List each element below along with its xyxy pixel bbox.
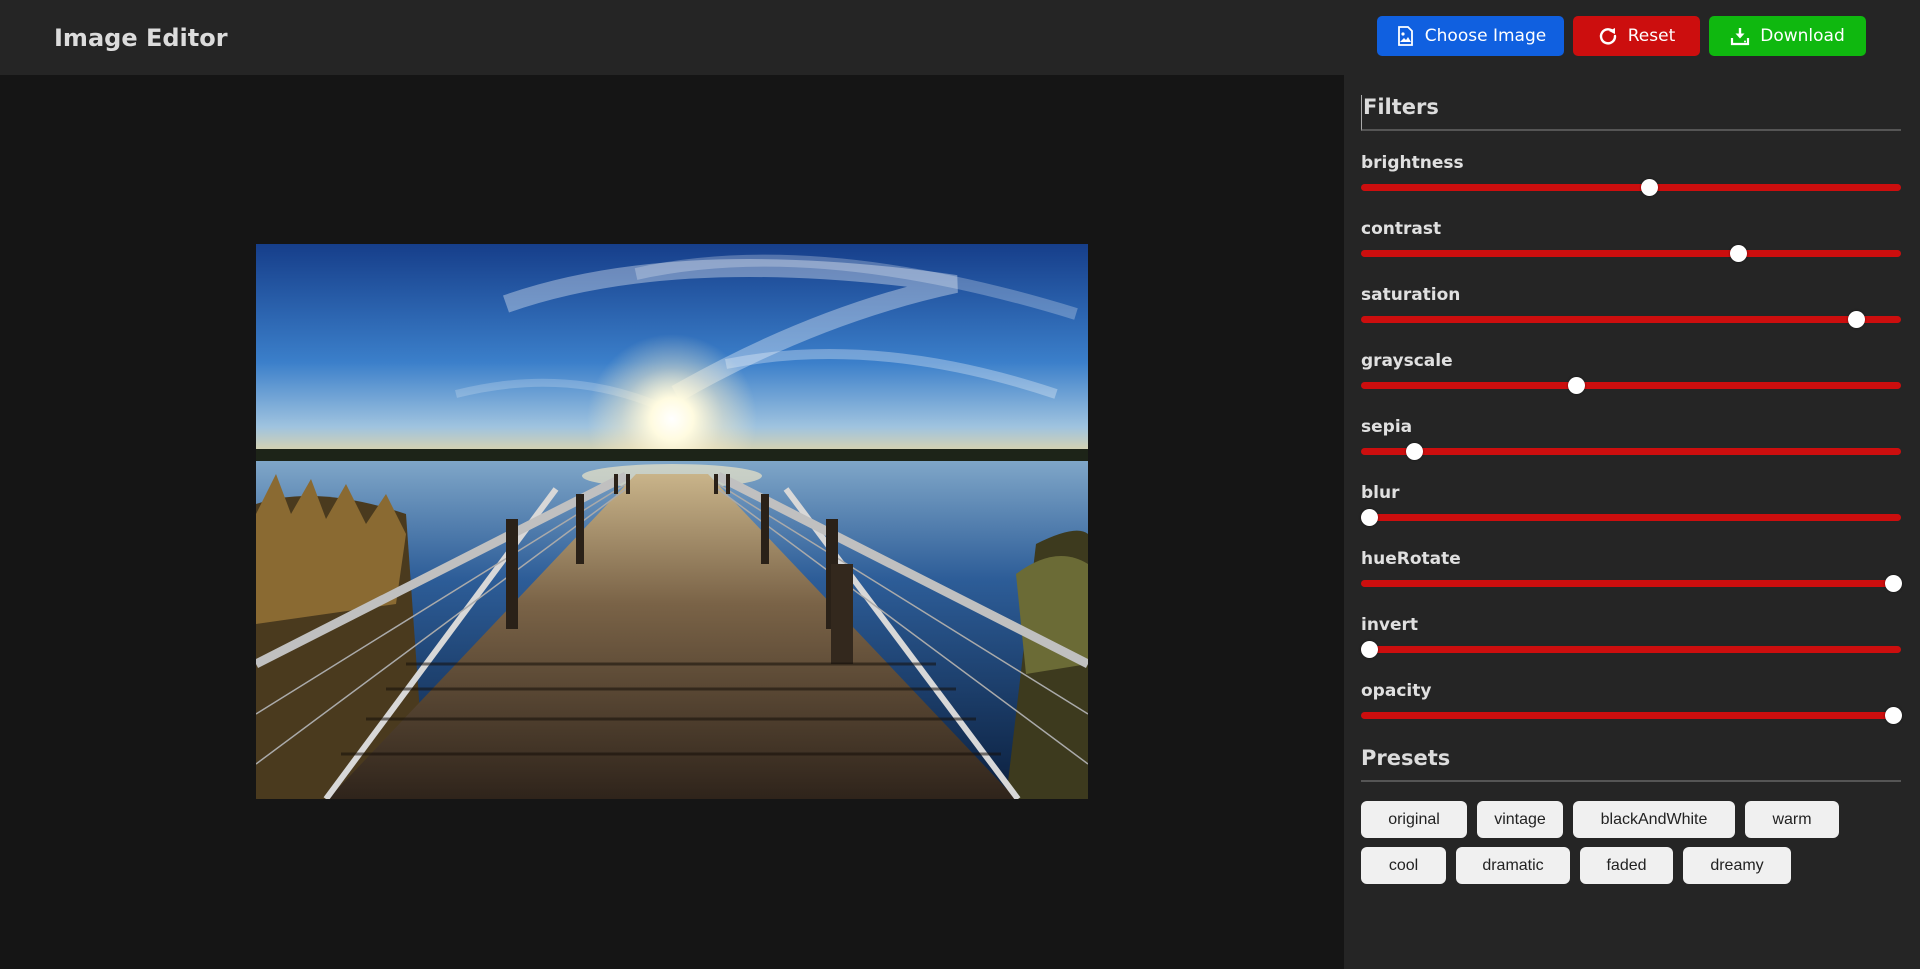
sidebar: Filters brightness contrast saturation g…: [1344, 75, 1920, 969]
slider-thumb[interactable]: [1405, 443, 1423, 460]
slider-track[interactable]: [1361, 514, 1901, 521]
pier-sunset-photo: [256, 244, 1088, 799]
filter-saturation: saturation: [1361, 285, 1901, 345]
slider-track[interactable]: [1361, 580, 1901, 587]
preset-faded-button[interactable]: faded: [1580, 847, 1673, 884]
preset-warm-button[interactable]: warm: [1745, 801, 1839, 838]
slider-thumb[interactable]: [1361, 509, 1378, 526]
preset-original-button[interactable]: original: [1361, 801, 1467, 838]
slider-thumb[interactable]: [1885, 575, 1902, 592]
preset-cool-button[interactable]: cool: [1361, 847, 1446, 884]
reset-label: Reset: [1627, 26, 1676, 46]
reset-icon: [1599, 28, 1616, 45]
top-bar: Image Editor Choose Image Reset Download: [0, 0, 1920, 75]
filter-label: brightness: [1361, 153, 1464, 173]
filter-label: sepia: [1361, 417, 1413, 437]
filter-contrast: contrast: [1361, 219, 1901, 279]
image-file-icon: [1397, 26, 1413, 46]
filter-label: opacity: [1361, 681, 1432, 701]
presets-heading: Presets: [1361, 746, 1901, 782]
filters-heading: Filters: [1361, 95, 1901, 131]
filter-label: saturation: [1361, 285, 1461, 305]
slider-track[interactable]: [1361, 382, 1901, 389]
choose-image-button[interactable]: Choose Image: [1377, 16, 1564, 56]
preset-dreamy-button[interactable]: dreamy: [1683, 847, 1791, 884]
preset-black-and-white-button[interactable]: blackAndWhite: [1573, 801, 1735, 838]
download-icon: [1731, 28, 1750, 46]
choose-image-label: Choose Image: [1424, 26, 1547, 46]
edited-image: [256, 244, 1088, 799]
filter-brightness: brightness: [1361, 153, 1901, 213]
filter-sepia: sepia: [1361, 417, 1901, 477]
filter-label: grayscale: [1361, 351, 1453, 371]
filter-label: contrast: [1361, 219, 1442, 239]
filter-invert: invert: [1361, 615, 1901, 675]
canvas-area: [0, 75, 1344, 969]
preset-vintage-button[interactable]: vintage: [1477, 801, 1563, 838]
slider-track[interactable]: [1361, 646, 1901, 653]
download-button[interactable]: Download: [1709, 16, 1866, 56]
slider-thumb[interactable]: [1361, 641, 1378, 658]
filter-label: invert: [1361, 615, 1419, 635]
filter-label: hueRotate: [1361, 549, 1461, 569]
filter-grayscale: grayscale: [1361, 351, 1901, 411]
slider-thumb[interactable]: [1848, 311, 1866, 328]
slider-track[interactable]: [1361, 712, 1901, 719]
slider-track[interactable]: [1361, 316, 1901, 323]
reset-button[interactable]: Reset: [1573, 16, 1700, 56]
slider-thumb[interactable]: [1567, 377, 1585, 394]
filter-opacity: opacity: [1361, 681, 1902, 741]
slider-track[interactable]: [1361, 250, 1901, 257]
app-title: Image Editor: [54, 24, 228, 52]
preset-dramatic-button[interactable]: dramatic: [1456, 847, 1570, 884]
filter-blur: blur: [1361, 483, 1901, 543]
slider-thumb[interactable]: [1641, 179, 1659, 196]
slider-track[interactable]: [1361, 448, 1901, 455]
filter-label: blur: [1361, 483, 1400, 503]
slider-thumb[interactable]: [1885, 707, 1902, 724]
filter-hue-rotate: hueRotate: [1361, 549, 1902, 609]
download-label: Download: [1760, 26, 1845, 46]
slider-thumb[interactable]: [1730, 245, 1748, 262]
slider-track[interactable]: [1361, 184, 1901, 191]
